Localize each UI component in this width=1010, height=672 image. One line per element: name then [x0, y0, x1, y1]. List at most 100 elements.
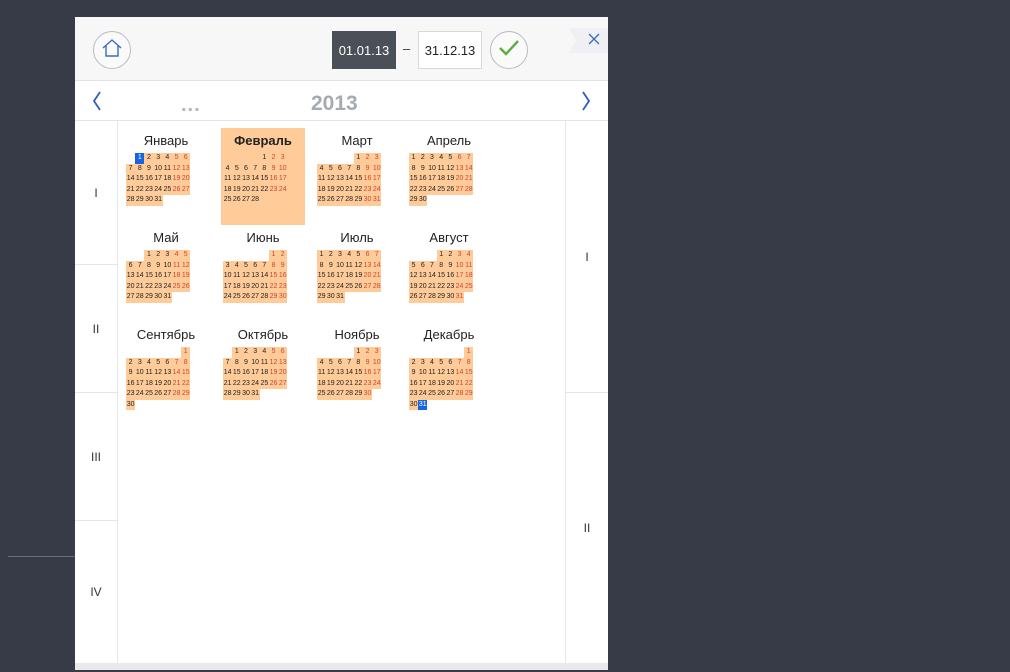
day-cell[interactable]: 11 — [223, 174, 233, 185]
day-cell[interactable]: 19 — [153, 378, 163, 389]
day-cell[interactable]: 11 — [144, 368, 154, 379]
day-cell[interactable]: 7 — [454, 357, 465, 368]
day-cell[interactable]: 23 — [445, 281, 455, 292]
day-cell[interactable]: 20 — [362, 271, 373, 282]
day-cell[interactable]: 5 — [171, 153, 182, 164]
day-cell[interactable]: 22 — [353, 378, 363, 389]
day-cell[interactable]: 29 — [144, 292, 154, 303]
day-cell[interactable]: 18 — [317, 184, 327, 195]
day-cell[interactable]: 25 — [171, 281, 182, 292]
day-cell[interactable]: 11 — [162, 163, 172, 174]
day-cell[interactable]: 8 — [464, 357, 474, 368]
day-cell[interactable]: 27 — [445, 389, 455, 400]
day-cell[interactable]: 28 — [126, 195, 136, 206]
day-cell[interactable]: 28 — [427, 292, 437, 303]
day-cell[interactable]: 8 — [232, 357, 242, 368]
day-cell[interactable]: 5 — [326, 163, 336, 174]
day-cell[interactable]: 28 — [372, 281, 382, 292]
day-cell[interactable]: 16 — [445, 271, 455, 282]
day-cell[interactable]: 16 — [144, 174, 154, 185]
day-cell[interactable]: 12 — [268, 357, 279, 368]
day-cell[interactable]: 27 — [278, 378, 288, 389]
day-cell[interactable]: 1 — [436, 250, 446, 261]
day-cell[interactable]: 10 — [418, 368, 428, 379]
day-cell[interactable]: 7 — [135, 260, 145, 271]
half-year-1[interactable]: I — [566, 121, 608, 393]
day-cell[interactable]: 2 — [268, 153, 279, 164]
day-cell[interactable]: 30 — [445, 292, 455, 303]
day-cell[interactable]: 31 — [335, 292, 345, 303]
day-cell[interactable]: 9 — [268, 163, 279, 174]
day-cell[interactable]: 4 — [344, 250, 354, 261]
day-cell[interactable]: 3 — [135, 357, 145, 368]
day-cell[interactable]: 17 — [153, 174, 163, 185]
day-cell[interactable]: 18 — [427, 378, 437, 389]
day-cell[interactable]: 7 — [250, 163, 260, 174]
day-cell[interactable]: 23 — [126, 389, 136, 400]
day-cell[interactable]: 15 — [317, 271, 327, 282]
month-11[interactable]: Ноябрь 1 2 3 4 5 6 7 8 9 10 11 12 13 14 15 16 17 18 19 20 21 2… — [315, 322, 399, 400]
day-cell[interactable]: 22 — [268, 281, 279, 292]
day-cell[interactable]: 11 — [344, 260, 354, 271]
previous-year-ellipsis[interactable]: ... — [181, 94, 201, 117]
day-cell[interactable]: 13 — [278, 357, 288, 368]
day-cell[interactable]: 24 — [278, 184, 288, 195]
day-cell[interactable]: 13 — [181, 163, 191, 174]
day-cell[interactable]: 24 — [223, 292, 233, 303]
day-cell[interactable]: 2 — [241, 347, 251, 358]
day-cell[interactable]: 20 — [335, 184, 345, 195]
day-cell[interactable]: 29 — [464, 389, 474, 400]
day-cell[interactable]: 3 — [454, 250, 465, 261]
day-cell[interactable]: 4 — [427, 357, 437, 368]
day-cell[interactable]: 3 — [250, 347, 260, 358]
day-cell[interactable]: 3 — [223, 260, 233, 271]
day-cell[interactable]: 5 — [326, 357, 336, 368]
day-cell[interactable]: 12 — [353, 260, 363, 271]
day-cell[interactable]: 21 — [126, 184, 136, 195]
day-cell[interactable]: 30 — [126, 399, 136, 410]
day-cell[interactable]: 21 — [344, 184, 354, 195]
day-cell[interactable]: 24 — [153, 184, 163, 195]
day-cell[interactable]: 26 — [326, 195, 336, 206]
day-cell[interactable]: 16 — [241, 368, 251, 379]
day-cell[interactable]: 30 — [409, 399, 419, 410]
day-cell[interactable]: 17 — [162, 271, 172, 282]
day-cell[interactable]: 26 — [326, 389, 336, 400]
day-cell[interactable]: 25 — [317, 389, 327, 400]
day-cell[interactable]: 14 — [427, 271, 437, 282]
day-cell[interactable]: 20 — [162, 378, 172, 389]
day-cell[interactable]: 5 — [268, 347, 279, 358]
day-cell[interactable]: 11 — [259, 357, 269, 368]
day-cell[interactable]: 13 — [418, 271, 428, 282]
day-cell[interactable]: 17 — [335, 271, 345, 282]
day-cell[interactable]: 13 — [335, 174, 345, 185]
day-cell[interactable]: 6 — [454, 153, 465, 164]
day-cell[interactable]: 20 — [278, 368, 288, 379]
day-cell[interactable]: 22 — [409, 184, 419, 195]
day-cell[interactable]: 17 — [372, 174, 382, 185]
day-cell[interactable]: 1 — [409, 153, 419, 164]
day-cell[interactable]: 26 — [445, 184, 455, 195]
day-cell[interactable]: 19 — [445, 174, 455, 185]
day-cell[interactable]: 2 — [362, 153, 373, 164]
day-cell[interactable]: 4 — [171, 250, 182, 261]
day-cell[interactable]: 4 — [436, 153, 446, 164]
day-cell[interactable]: 2 — [326, 250, 336, 261]
day-cell[interactable]: 13 — [454, 163, 465, 174]
day-cell[interactable]: 21 — [372, 271, 382, 282]
day-cell[interactable]: 3 — [427, 153, 437, 164]
day-cell[interactable]: 28 — [223, 389, 233, 400]
day-cell[interactable]: 18 — [232, 281, 242, 292]
day-cell[interactable]: 19 — [171, 174, 182, 185]
day-cell[interactable]: 7 — [223, 357, 233, 368]
day-cell[interactable]: 13 — [162, 368, 172, 379]
day-cell[interactable]: 10 — [223, 271, 233, 282]
day-cell[interactable]: 26 — [268, 378, 279, 389]
day-cell[interactable]: 15 — [409, 174, 419, 185]
day-cell[interactable]: 3 — [162, 250, 172, 261]
date-to-field[interactable]: 31.12.13 — [418, 31, 482, 69]
day-cell[interactable]: 12 — [445, 163, 455, 174]
day-cell[interactable]: 11 — [232, 271, 242, 282]
day-cell[interactable]: 6 — [181, 153, 191, 164]
day-cell[interactable]: 6 — [335, 357, 345, 368]
